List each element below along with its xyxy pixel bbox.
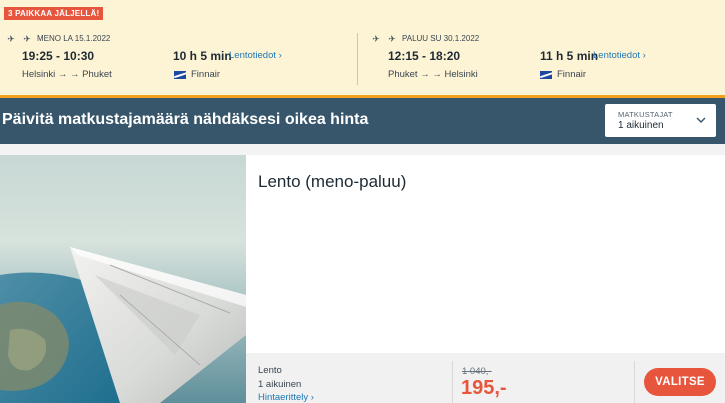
passenger-update-title: Päivitä matkustajamäärä nähdäksesi oikea… xyxy=(2,111,369,128)
offer-card: Lento (meno-paluu) Lento 1 aikuinen Hint… xyxy=(0,155,725,403)
current-price: 195,- xyxy=(461,377,507,399)
price-row-separator xyxy=(634,361,635,403)
outbound-airline-name: Finnair xyxy=(191,69,221,80)
offer-title: Lento (meno-paluu) xyxy=(258,172,407,191)
chevron-down-icon xyxy=(696,117,706,123)
outbound-route: Helsinki → → Phuket xyxy=(22,69,112,80)
passenger-select-label: MATKUSTAJAT xyxy=(618,110,673,119)
passenger-select[interactable]: MATKUSTAJAT 1 aikuinen xyxy=(605,104,716,137)
finnair-logo-icon xyxy=(540,71,552,79)
return-airline-name: Finnair xyxy=(557,69,587,80)
price-row-passengers: 1 aikuinen xyxy=(258,379,302,390)
seats-left-badge: 3 PAIKKAA JÄLJELLÄ! xyxy=(4,7,104,20)
flight-summary: 3 PAIKKAA JÄLJELLÄ! ✈ ✈ MENO LA 15.1.202… xyxy=(0,0,725,95)
section-gap xyxy=(0,144,725,155)
plane-departure-icon: ✈ xyxy=(372,34,380,44)
return-duration: 11 h 5 min xyxy=(540,49,599,63)
passenger-select-value: 1 aikuinen xyxy=(618,120,664,131)
airplane-wing-image xyxy=(0,155,246,403)
outbound-date: MENO LA 15.1.2022 xyxy=(37,34,111,43)
finnair-logo-icon xyxy=(174,71,186,79)
outbound-flight-details-link[interactable]: Lentotiedot › xyxy=(229,50,282,62)
return-leg: ✈ ✈ PALUU SU 30.1.2022 12:15 - 18:20 Phu… xyxy=(358,33,725,85)
outbound-leg: ✈ ✈ MENO LA 15.1.2022 19:25 - 10:30 Hels… xyxy=(0,33,357,85)
passenger-update-bar: Päivitä matkustajamäärä nähdäksesi oikea… xyxy=(0,98,725,144)
return-date-row: ✈ ✈ PALUU SU 30.1.2022 xyxy=(370,33,479,45)
price-breakdown-link[interactable]: Hintaerittely › xyxy=(258,392,314,403)
outbound-duration: 10 h 5 min xyxy=(173,49,232,63)
return-times: 12:15 - 18:20 xyxy=(388,49,461,63)
return-route: Phuket → → Helsinki xyxy=(388,69,478,80)
price-row-label: Lento xyxy=(258,365,282,376)
plane-landing-icon: ✈ xyxy=(23,34,31,44)
outbound-date-row: ✈ ✈ MENO LA 15.1.2022 xyxy=(5,33,110,45)
select-button[interactable]: VALITSE xyxy=(644,368,716,396)
return-flight-details-link[interactable]: Lentotiedot › xyxy=(593,50,646,62)
price-row-separator xyxy=(452,361,453,403)
return-date: PALUU SU 30.1.2022 xyxy=(402,34,480,43)
plane-landing-icon: ✈ xyxy=(388,34,396,44)
outbound-times: 19:25 - 10:30 xyxy=(22,49,95,63)
price-row: Lento 1 aikuinen Hintaerittely › 1 040,-… xyxy=(246,353,725,403)
outbound-airline: Finnair xyxy=(174,69,220,81)
return-airline: Finnair xyxy=(540,69,586,81)
plane-departure-icon: ✈ xyxy=(7,34,15,44)
